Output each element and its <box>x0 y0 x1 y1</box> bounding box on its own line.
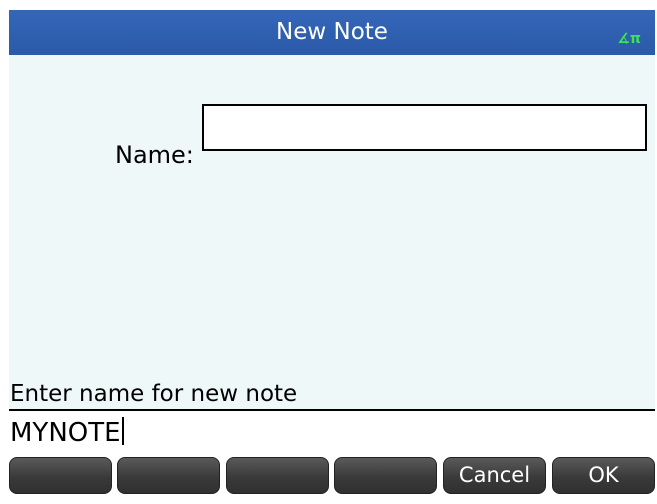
softkey-bar: Cancel OK <box>9 457 655 494</box>
command-line-entry[interactable]: MYNOTE <box>10 417 124 448</box>
title-bar: New Note ∡π <box>9 10 655 55</box>
softkey-3[interactable] <box>226 457 329 494</box>
name-label: Name: <box>115 141 194 169</box>
ok-button[interactable]: OK <box>552 457 655 494</box>
command-line[interactable]: MYNOTE <box>9 411 655 452</box>
form-area: Name: Enter name for new note <box>9 55 655 409</box>
text-cursor <box>121 417 124 445</box>
name-field[interactable] <box>202 104 647 151</box>
softkey-1[interactable] <box>9 457 112 494</box>
help-text: Enter name for new note <box>10 381 298 407</box>
command-line-text: MYNOTE <box>10 418 121 448</box>
calculator-screen: New Note ∡π Name: Enter name for new not… <box>0 0 657 504</box>
softkey-2[interactable] <box>117 457 220 494</box>
softkey-4[interactable] <box>334 457 437 494</box>
page-title: New Note <box>276 19 388 45</box>
angle-mode-icon: ∡π <box>617 31 641 47</box>
cancel-button[interactable]: Cancel <box>443 457 546 494</box>
